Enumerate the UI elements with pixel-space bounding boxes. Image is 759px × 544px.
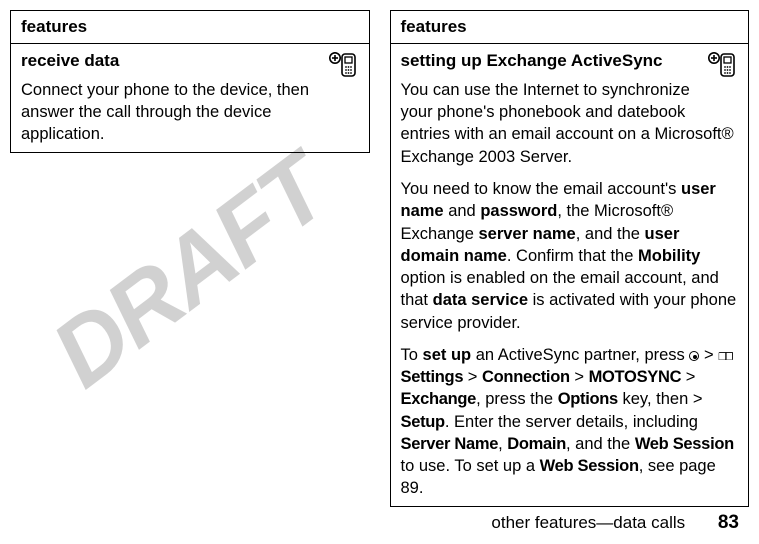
right-header: features	[390, 11, 749, 44]
settings-icon: ❒❒	[718, 347, 731, 366]
t: Mobility	[638, 247, 700, 265]
right-row-title: setting up Exchange ActiveSync	[401, 50, 739, 73]
left-row: receive data Connect your phone to the d…	[11, 44, 370, 153]
t: Web Session	[635, 435, 734, 453]
t: password	[480, 202, 557, 220]
content-columns: features	[0, 0, 759, 507]
t: Web Session	[540, 457, 639, 475]
page-footer: other features—data calls 83	[491, 512, 739, 534]
t: You need to know the email account's	[401, 180, 681, 198]
page-number: 83	[718, 512, 739, 533]
right-column: features	[390, 10, 750, 507]
para-2: You need to know the email account's use…	[401, 178, 739, 334]
right-row-body: You can use the Internet to synchronize …	[401, 79, 739, 500]
t: server name	[478, 225, 575, 243]
footer-section: other features—data calls	[491, 513, 685, 532]
t: , and the	[576, 225, 645, 243]
t: To	[401, 346, 423, 364]
t: ,	[498, 435, 507, 453]
para-1: You can use the Internet to synchronize …	[401, 79, 739, 168]
left-row-body: Connect your phone to the device, then a…	[21, 79, 359, 146]
right-row: setting up Exchange ActiveSync You can u…	[390, 44, 749, 507]
t: and	[444, 202, 481, 220]
t: >	[681, 368, 695, 386]
left-header: features	[11, 11, 370, 44]
t: Connection	[482, 368, 570, 386]
phone-plus-icon	[708, 52, 738, 85]
t: an ActiveSync partner, press	[471, 346, 689, 364]
t: data service	[433, 291, 528, 309]
t: >	[570, 368, 589, 386]
t: Options	[558, 390, 618, 408]
t: >	[463, 368, 482, 386]
t: MOTOSYNC	[589, 368, 682, 386]
left-column: features	[10, 10, 370, 507]
t: , press the	[476, 390, 558, 408]
t: key, then >	[618, 390, 703, 408]
t: >	[699, 346, 718, 364]
t: set up	[423, 346, 472, 364]
t: Exchange	[401, 390, 477, 408]
t: , and the	[566, 435, 635, 453]
right-table: features	[390, 10, 750, 507]
t: Server Name	[401, 435, 499, 453]
left-table: features	[10, 10, 370, 153]
t: Domain	[507, 435, 566, 453]
center-key-icon	[689, 351, 699, 361]
t: to use. To set up a	[401, 457, 540, 475]
t: Setup	[401, 413, 445, 431]
t: . Confirm that the	[507, 247, 638, 265]
phone-plus-icon	[329, 52, 359, 85]
para-3: To set up an ActiveSync partner, press >…	[401, 344, 739, 500]
t: Settings	[401, 368, 464, 386]
t: . Enter the server details, including	[445, 413, 698, 431]
left-row-title: receive data	[21, 50, 359, 73]
